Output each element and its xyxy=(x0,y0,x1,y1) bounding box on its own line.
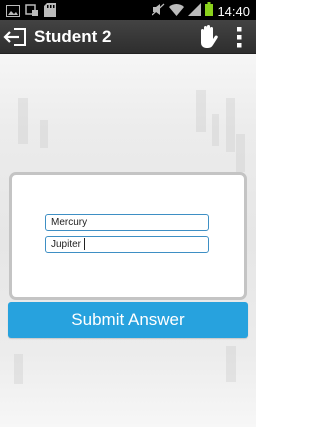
usb-icon xyxy=(25,3,39,22)
signal-icon xyxy=(188,2,202,21)
mute-icon xyxy=(152,3,165,21)
action-bar: Student 2 xyxy=(0,20,256,54)
background-pattern xyxy=(226,346,236,382)
overflow-menu-icon xyxy=(230,27,248,54)
background-pattern xyxy=(212,114,219,146)
text-cursor xyxy=(84,238,85,250)
background-pattern xyxy=(40,120,48,148)
image-icon xyxy=(6,4,20,22)
battery-icon xyxy=(205,2,214,21)
main-content: Submit Answer xyxy=(0,54,256,427)
background-pattern xyxy=(226,98,235,152)
back-icon xyxy=(3,28,29,54)
background-pattern xyxy=(14,354,23,384)
answer-field-1[interactable] xyxy=(45,214,209,231)
overflow-menu-button[interactable] xyxy=(230,24,248,50)
wifi-icon xyxy=(169,3,185,21)
background-pattern xyxy=(236,134,245,172)
raise-hand-button[interactable] xyxy=(196,24,220,50)
page-title: Student 2 xyxy=(34,27,112,46)
submit-answer-button[interactable]: Submit Answer xyxy=(8,302,248,338)
status-bar: 14:40 xyxy=(0,0,256,20)
status-time: 14:40 xyxy=(217,3,250,19)
background-pattern xyxy=(196,90,206,132)
answer-panel xyxy=(9,172,247,300)
back-button[interactable] xyxy=(3,24,29,50)
raise-hand-icon xyxy=(196,25,220,54)
background-pattern xyxy=(18,98,28,144)
answer-field-2[interactable] xyxy=(45,236,209,253)
